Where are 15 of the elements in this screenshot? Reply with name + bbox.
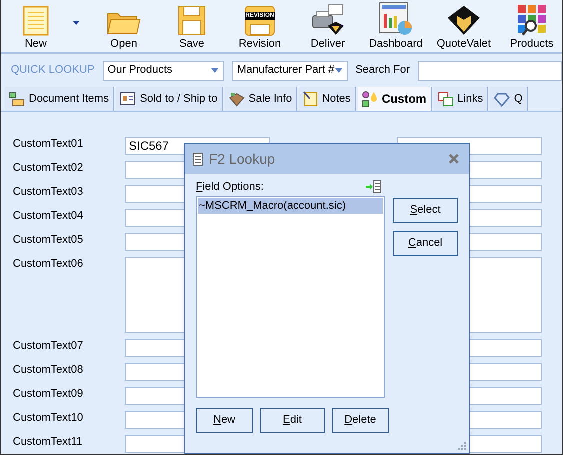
field-label: CustomText06 — [13, 257, 84, 272]
field-label: CustomText03 — [13, 185, 84, 200]
field-label: CustomText08 — [13, 363, 84, 378]
field-label: CustomText10 — [13, 411, 84, 426]
field-label: CustomText05 — [13, 233, 84, 248]
field-label: CustomText07 — [13, 339, 84, 354]
field-label: CustomText11 — [13, 435, 84, 450]
list-label: Field Options: — [196, 180, 264, 194]
quick-lookup-label: QUICK LOOKUP — [11, 63, 95, 78]
dialog-title: F2 Lookup — [209, 150, 276, 169]
field-label: CustomText04 — [13, 209, 84, 224]
field-label: CustomText09 — [13, 387, 84, 402]
field-label: CustomText02 — [13, 161, 84, 176]
search-label: Search For — [356, 63, 410, 78]
field-label: CustomText01 — [13, 137, 84, 152]
